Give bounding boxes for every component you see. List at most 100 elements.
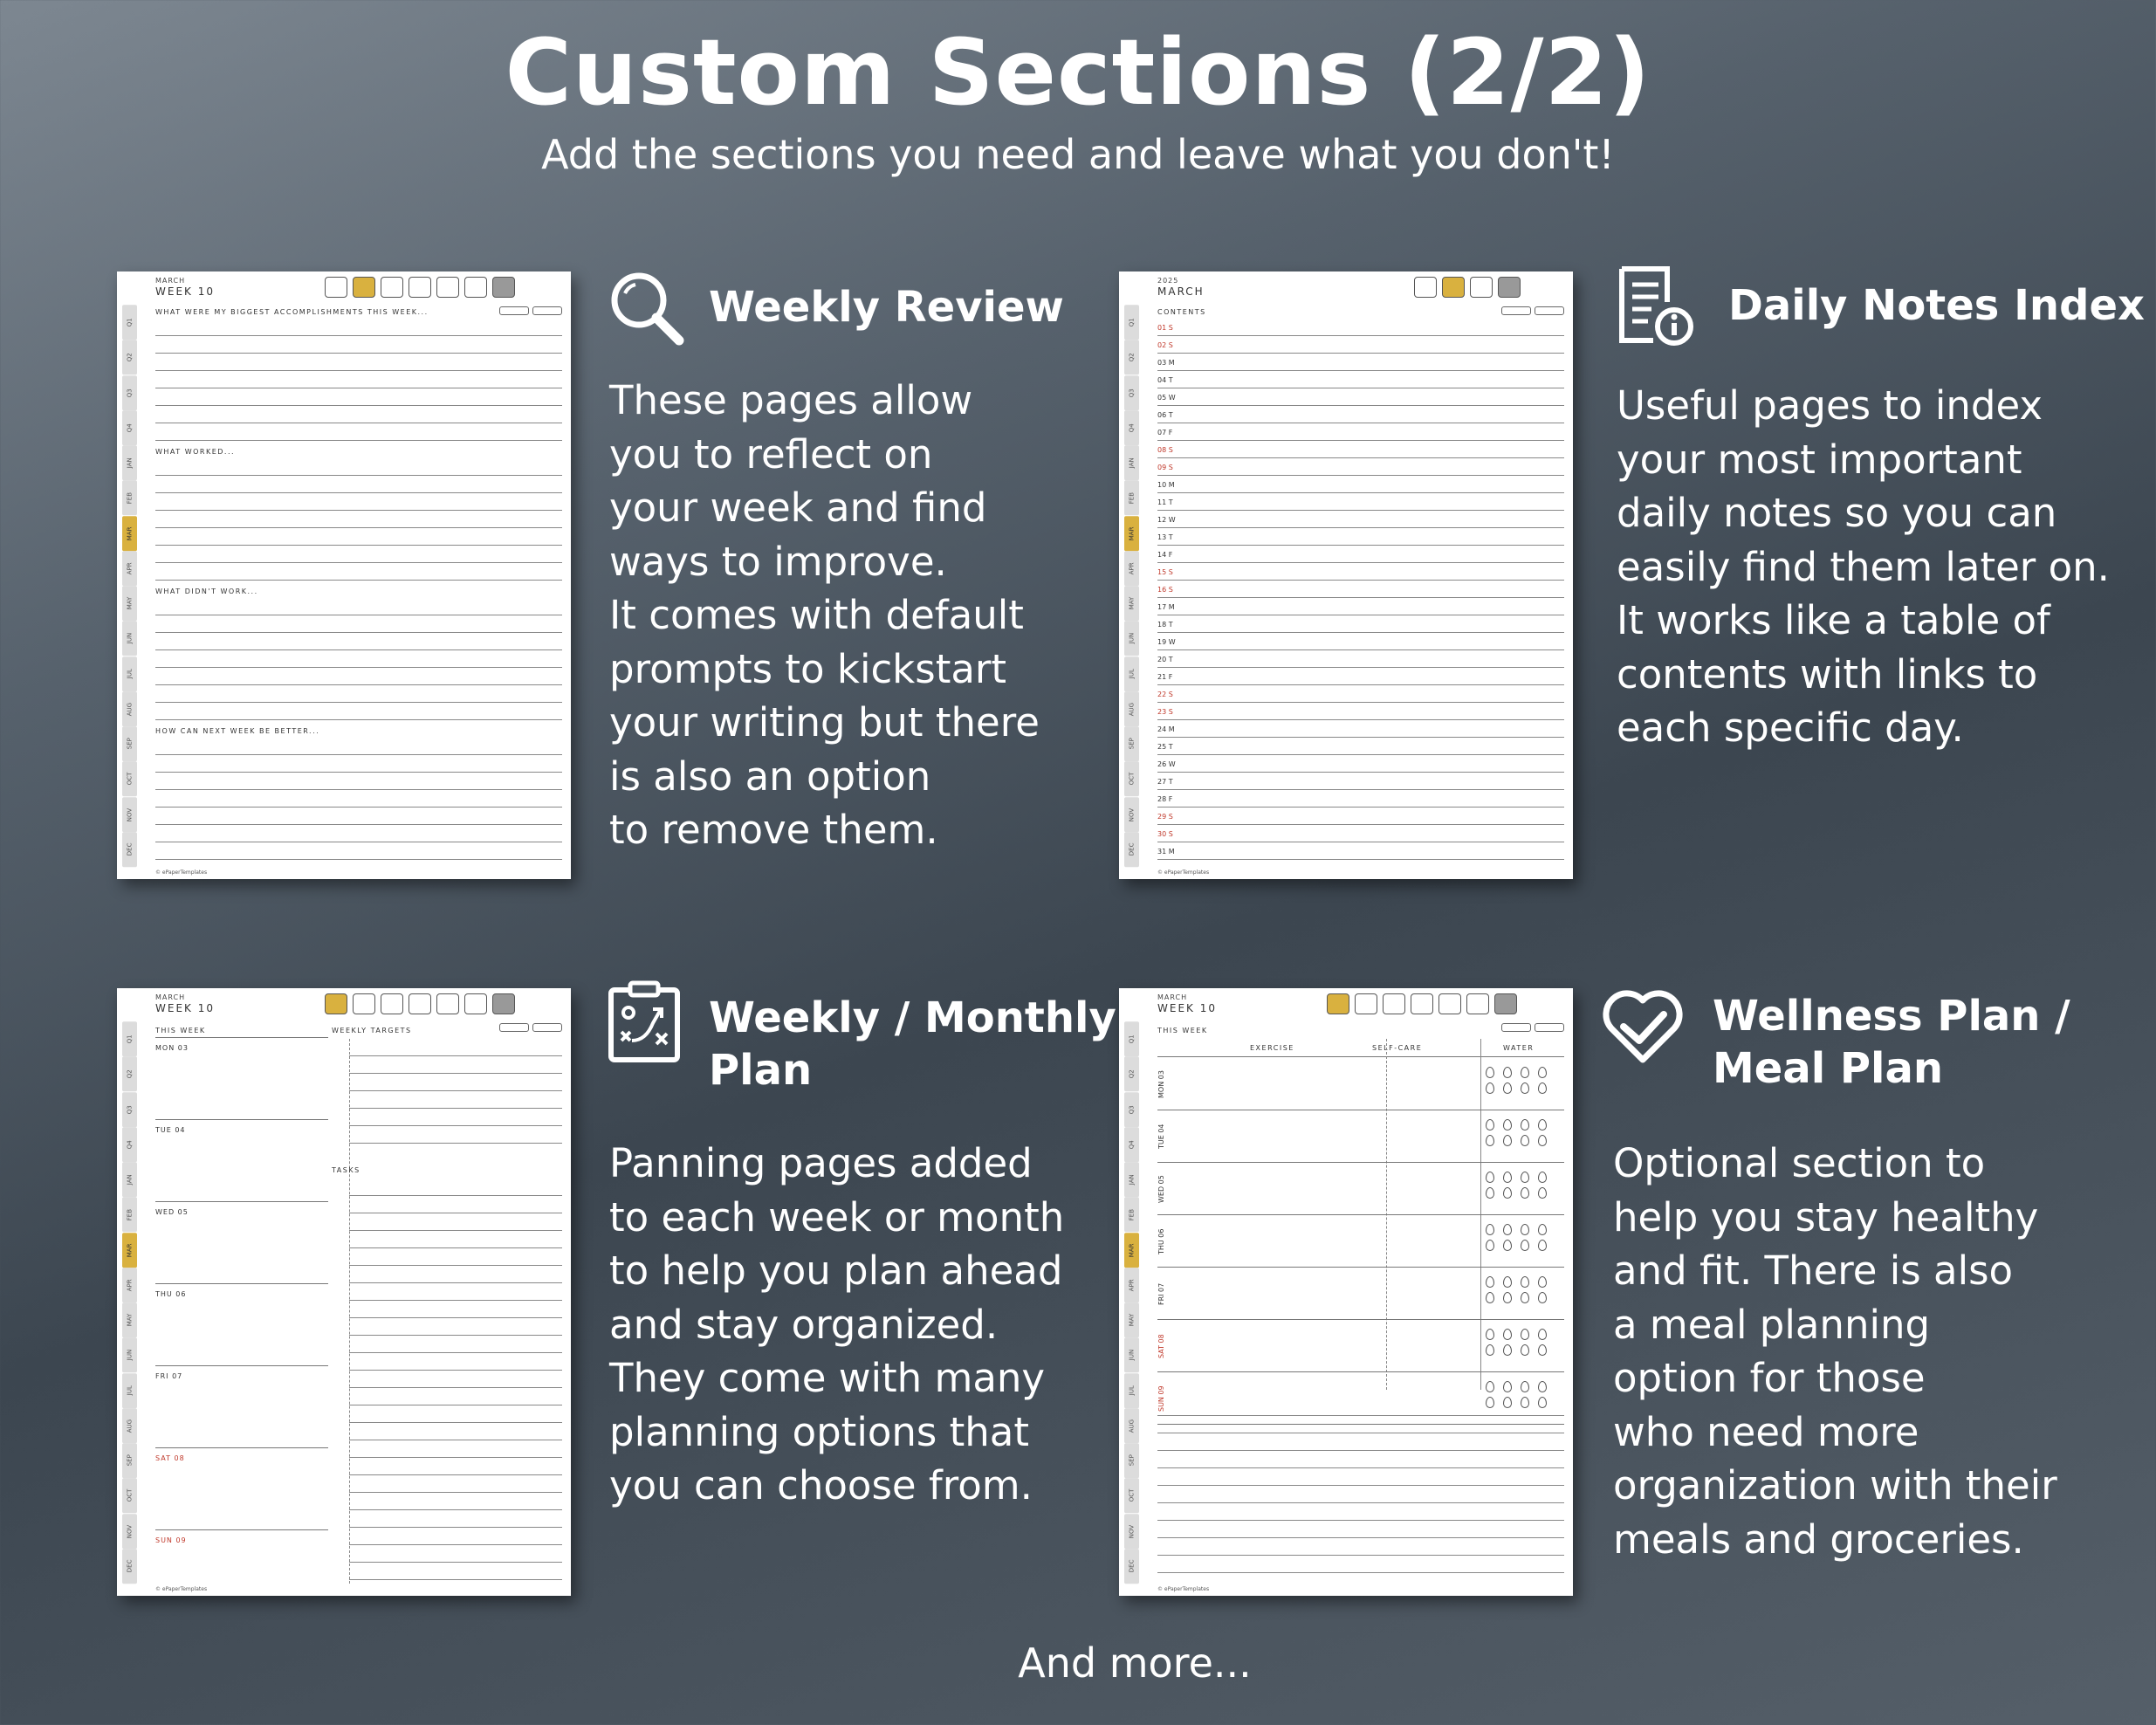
tab-q4[interactable]: Q4 [1124,409,1139,445]
index-row[interactable]: 03 M [1157,354,1564,371]
tab-mar[interactable]: MAR [1124,1232,1139,1268]
plan-icon[interactable] [325,993,347,1014]
tab-q1[interactable]: Q1 [122,1021,137,1057]
tab-oct[interactable]: OCT [1124,761,1139,797]
water-drop-icon[interactable] [1521,1329,1529,1340]
tab-aug[interactable]: AUG [1124,1407,1139,1443]
note-icon[interactable] [381,277,403,298]
tab-dec[interactable]: DEC [1124,1548,1139,1584]
index-row[interactable]: 26 W [1157,755,1564,773]
tab-q1[interactable]: Q1 [1124,305,1139,340]
water-drop-icon[interactable] [1521,1172,1529,1183]
water-drop-icon[interactable] [1486,1119,1494,1131]
index-row[interactable]: 02 S [1157,336,1564,354]
water-drop-icon[interactable] [1503,1276,1512,1288]
water-drop-icon[interactable] [1538,1082,1547,1094]
water-drop-icon[interactable] [1486,1135,1494,1146]
tab-sep[interactable]: SEP [1124,1443,1139,1479]
index-row[interactable]: 11 T [1157,493,1564,511]
page-nav[interactable] [1501,1023,1564,1032]
water-drop-icon[interactable] [1521,1240,1529,1251]
index-row[interactable]: 15 S [1157,563,1564,581]
water-drop-icon[interactable] [1521,1187,1529,1199]
index-row[interactable]: 07 F [1157,423,1564,441]
tab-mar[interactable]: MAR [122,515,137,551]
tab-jul[interactable]: JUL [122,1372,137,1408]
tab-jul[interactable]: JUL [122,656,137,691]
index-row[interactable]: 14 F [1157,546,1564,563]
plan-icon[interactable] [409,277,431,298]
index-row[interactable]: 12 W [1157,511,1564,528]
index-row[interactable]: 18 T [1157,615,1564,633]
water-drop-icon[interactable] [1538,1119,1547,1131]
water-drop-icon[interactable] [1521,1224,1529,1235]
tab-jun[interactable]: JUN [1124,1337,1139,1373]
water-drop-icon[interactable] [1503,1292,1512,1303]
water-drop-icon[interactable] [1503,1187,1512,1199]
tab-mar[interactable]: MAR [122,1232,137,1268]
tab-may[interactable]: MAY [1124,1302,1139,1338]
tab-aug[interactable]: AUG [122,691,137,726]
water-drop-icon[interactable] [1538,1276,1547,1288]
water-drop-icon[interactable] [1538,1187,1547,1199]
water-drop-icon[interactable] [1538,1135,1547,1146]
index-row[interactable]: 06 T [1157,406,1564,423]
tab-q2[interactable]: Q2 [122,1056,137,1092]
search-icon[interactable] [1355,993,1377,1014]
index-row[interactable]: 16 S [1157,581,1564,598]
water-drop-icon[interactable] [1486,1187,1494,1199]
tab-sep[interactable]: SEP [122,1443,137,1479]
water-drop-icon[interactable] [1486,1344,1494,1356]
tab-nov[interactable]: NOV [122,1513,137,1549]
index-row[interactable]: 27 T [1157,773,1564,790]
calendar-month-icon[interactable] [492,277,515,298]
index-row[interactable]: 21 F [1157,668,1564,685]
tab-oct[interactable]: OCT [122,1478,137,1514]
index-row[interactable]: 17 M [1157,598,1564,615]
tab-apr[interactable]: APR [1124,550,1139,586]
index-row[interactable]: 01 S [1157,319,1564,336]
water-drop-icon[interactable] [1538,1240,1547,1251]
tab-q3[interactable]: Q3 [122,375,137,410]
water-drop-icon[interactable] [1521,1292,1529,1303]
note-icon[interactable] [381,993,403,1014]
water-drop-icon[interactable] [1538,1067,1547,1078]
tab-q2[interactable]: Q2 [1124,1056,1139,1092]
calendar-icon[interactable] [464,277,487,298]
heart-icon[interactable] [325,277,347,298]
water-drop-icon[interactable] [1503,1344,1512,1356]
index-row[interactable]: 13 T [1157,528,1564,546]
note-icon[interactable] [1383,993,1405,1014]
index-row[interactable]: 30 S [1157,825,1564,842]
index-row[interactable]: 05 W [1157,388,1564,406]
calendar-icon[interactable] [464,993,487,1014]
water-drop-icon[interactable] [1503,1329,1512,1340]
tab-dec[interactable]: DEC [1124,831,1139,867]
water-drop-icon[interactable] [1538,1224,1547,1235]
index-row[interactable]: 24 M [1157,720,1564,738]
tab-aug[interactable]: AUG [122,1407,137,1443]
water-drop-icon[interactable] [1503,1067,1512,1078]
tab-apr[interactable]: APR [1124,1267,1139,1302]
calendar-icon[interactable] [1470,277,1493,298]
water-drop-icon[interactable] [1538,1329,1547,1340]
water-drop-icon[interactable] [1503,1381,1512,1392]
tab-jul[interactable]: JUL [1124,656,1139,691]
page-nav[interactable] [1501,306,1564,315]
water-drop-icon[interactable] [1503,1172,1512,1183]
water-drop-icon[interactable] [1521,1067,1529,1078]
water-drop-icon[interactable] [1486,1067,1494,1078]
tab-q3[interactable]: Q3 [122,1091,137,1127]
tab-apr[interactable]: APR [122,1267,137,1302]
list-icon[interactable] [1438,993,1461,1014]
tab-feb[interactable]: FEB [122,1197,137,1233]
tab-jan[interactable]: JAN [122,445,137,481]
index-row[interactable]: 25 T [1157,738,1564,755]
tab-q4[interactable]: Q4 [1124,1126,1139,1162]
tab-jun[interactable]: JUN [1124,621,1139,656]
heart-icon[interactable] [1327,993,1349,1014]
tab-nov[interactable]: NOV [1124,1513,1139,1549]
water-drop-icon[interactable] [1486,1381,1494,1392]
tab-jan[interactable]: JAN [122,1162,137,1198]
tab-sep[interactable]: SEP [122,726,137,762]
